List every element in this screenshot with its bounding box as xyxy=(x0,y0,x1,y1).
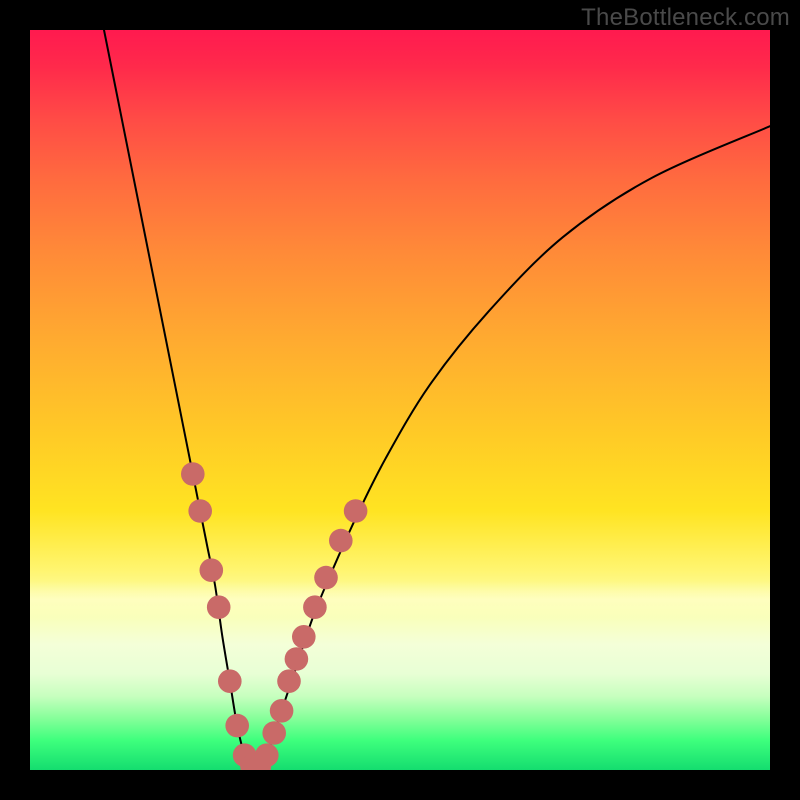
marker-dot xyxy=(218,669,242,693)
plot-area xyxy=(30,30,770,770)
marker-dot xyxy=(207,595,231,619)
data-markers xyxy=(181,462,367,770)
chart-container: TheBottleneck.com xyxy=(0,0,800,800)
marker-dot xyxy=(255,743,279,767)
plot-svg xyxy=(30,30,770,770)
marker-dot xyxy=(285,647,309,671)
marker-dot xyxy=(292,625,316,649)
marker-dot xyxy=(314,566,338,590)
bottleneck-curve xyxy=(89,30,770,770)
marker-dot xyxy=(200,558,224,582)
marker-dot xyxy=(225,714,249,738)
marker-dot xyxy=(329,529,353,553)
marker-dot xyxy=(181,462,205,486)
watermark: TheBottleneck.com xyxy=(581,4,790,32)
marker-dot xyxy=(188,499,212,523)
marker-dot xyxy=(303,595,327,619)
marker-dot xyxy=(344,499,368,523)
marker-dot xyxy=(262,721,286,745)
marker-dot xyxy=(270,699,294,723)
marker-dot xyxy=(277,669,301,693)
